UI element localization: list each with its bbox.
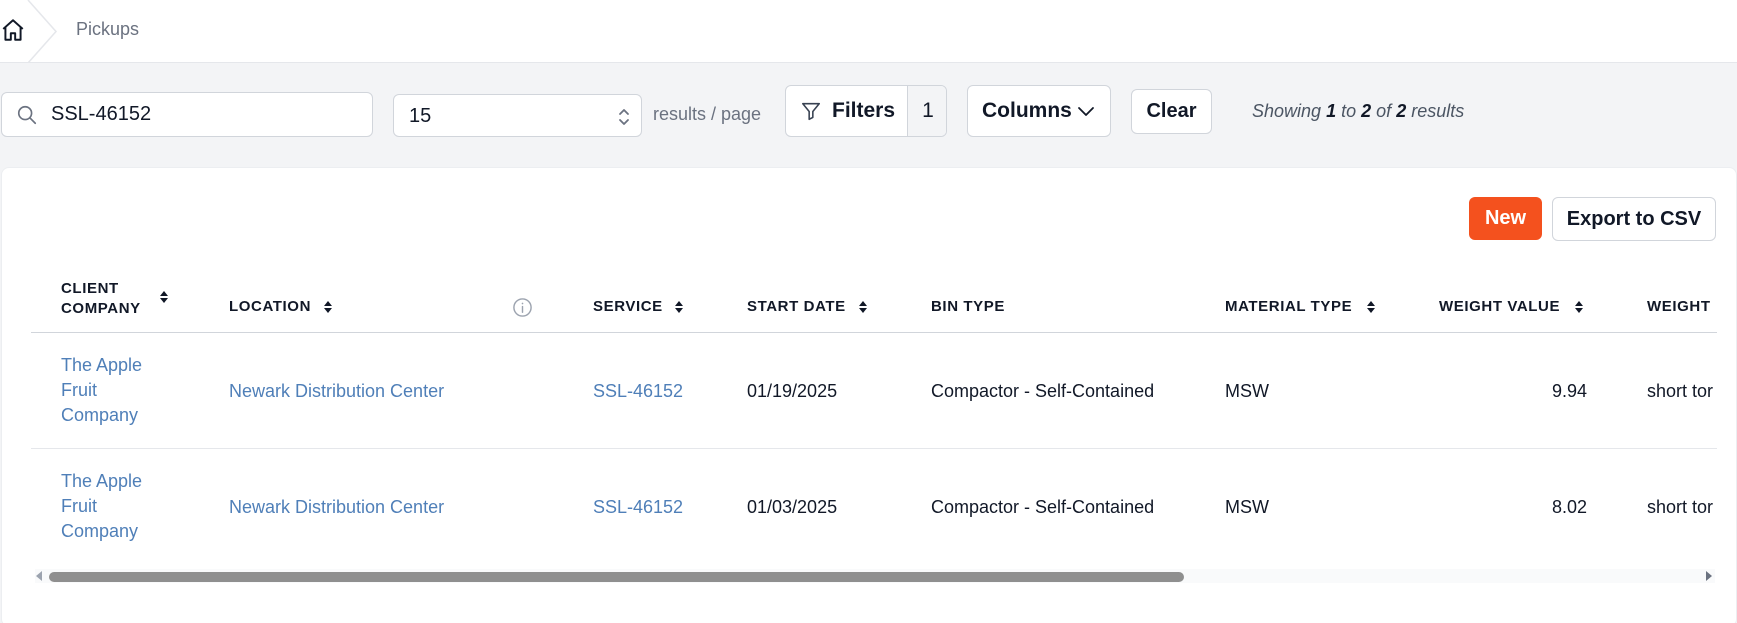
cell-weight-unit: short tor	[1647, 497, 1714, 517]
search-box[interactable]	[1, 92, 373, 137]
column-header-weight-value[interactable]: Weight Value	[1439, 298, 1560, 315]
results-per-page-value: 15	[409, 105, 432, 127]
sort-icon[interactable]	[159, 290, 169, 304]
clear-button[interactable]: Clear	[1131, 89, 1212, 134]
cell-weight-value: 8.02	[1551, 497, 1587, 517]
column-header-bin-type: Bin Type	[931, 298, 1005, 315]
cell-bin-type: Compactor - Self-Contained	[931, 497, 1155, 517]
filter-icon	[801, 102, 821, 121]
filters-button[interactable]: Filters 1	[785, 85, 947, 137]
column-header-client-company[interactable]: Client Company	[61, 279, 161, 319]
new-button[interactable]: New	[1469, 197, 1542, 240]
scroll-right-icon[interactable]	[1705, 571, 1713, 581]
filters-button-main[interactable]: Filters	[786, 86, 907, 136]
columns-label: Columns	[982, 99, 1072, 122]
cell-client-company[interactable]: The Apple Fruit Company	[61, 353, 171, 428]
home-icon[interactable]	[0, 17, 26, 43]
results-summary-from: 1	[1326, 101, 1337, 121]
search-input[interactable]	[51, 103, 351, 126]
cell-location[interactable]: Newark Distribution Center	[229, 497, 444, 518]
results-per-page-select[interactable]: 15	[393, 94, 642, 137]
results-summary-to-word: to	[1341, 101, 1357, 121]
cell-material-type: MSW	[1225, 497, 1269, 517]
table-header-divider	[31, 332, 1717, 333]
cell-bin-type: Compactor - Self-Contained	[931, 381, 1155, 401]
cell-material-type: MSW	[1225, 381, 1269, 401]
sort-icon[interactable]	[1366, 300, 1376, 314]
column-header-material-type[interactable]: Material Type	[1225, 298, 1352, 315]
cell-weight-unit: short tor	[1647, 381, 1714, 401]
columns-button[interactable]: Columns	[967, 85, 1111, 137]
cell-client-company[interactable]: The Apple Fruit Company	[61, 469, 171, 544]
scroll-left-icon[interactable]	[35, 571, 43, 581]
cell-location[interactable]: Newark Distribution Center	[229, 381, 444, 402]
export-csv-button[interactable]: Export to CSV	[1552, 197, 1716, 241]
column-header-start-date[interactable]: Start Date	[747, 298, 846, 315]
cell-weight-value: 9.94	[1551, 381, 1587, 401]
chevron-down-icon	[1078, 107, 1094, 116]
results-per-page-label: results / page	[653, 104, 762, 124]
sort-icon[interactable]	[323, 300, 333, 314]
sort-icon[interactable]	[858, 300, 868, 314]
results-summary-of-word: of	[1376, 101, 1392, 121]
results-summary-prefix: Showing	[1252, 101, 1322, 121]
breadcrumb-separator	[27, 0, 58, 63]
filters-label: Filters	[832, 99, 896, 122]
column-header-service[interactable]: Service	[593, 298, 663, 315]
results-summary-total: 2	[1396, 101, 1407, 121]
column-header-location[interactable]: Location	[229, 298, 311, 315]
horizontal-scrollbar-thumb[interactable]	[49, 572, 1184, 582]
cell-start-date: 01/19/2025	[747, 381, 838, 401]
stepper-icon[interactable]	[617, 106, 631, 128]
cell-start-date: 01/03/2025	[747, 497, 838, 517]
results-summary-suffix: results	[1411, 101, 1465, 121]
breadcrumb-current[interactable]: Pickups	[76, 19, 139, 40]
column-header-weight: Weight	[1647, 298, 1711, 315]
search-icon	[17, 105, 37, 125]
sort-icon[interactable]	[1574, 300, 1584, 314]
breadcrumb: Pickups	[0, 0, 1737, 63]
cell-service[interactable]: SSL-46152	[593, 497, 683, 518]
filters-count-badge: 1	[907, 86, 946, 136]
info-icon[interactable]	[512, 297, 533, 318]
results-summary: Showing 1 to 2 of 2 results	[1252, 101, 1464, 122]
cell-service[interactable]: SSL-46152	[593, 381, 683, 402]
sort-icon[interactable]	[674, 300, 684, 314]
row-divider	[31, 448, 1717, 449]
results-summary-to: 2	[1361, 101, 1372, 121]
